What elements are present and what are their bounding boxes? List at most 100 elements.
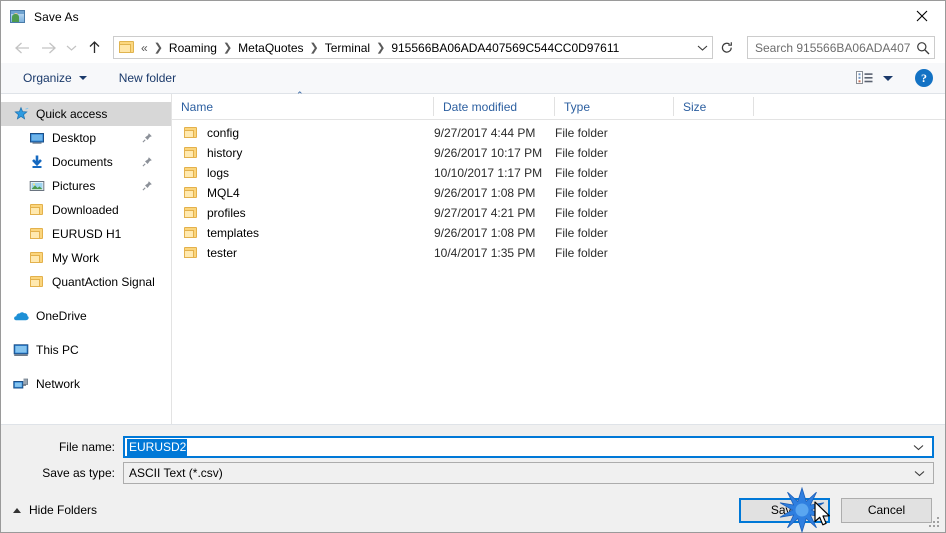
file-date: 9/26/2017 1:08 PM <box>434 186 536 200</box>
file-name: MQL4 <box>207 186 240 200</box>
column-header-label: Type <box>564 99 591 114</box>
file-list-rows: config 9/27/2017 4:44 PM File folder his… <box>172 120 945 424</box>
breadcrumb-item-terminal[interactable]: Terminal <box>323 41 372 55</box>
pin-icon[interactable] <box>142 156 153 167</box>
breadcrumb-overflow[interactable]: « <box>139 41 150 55</box>
address-dropdown-button[interactable] <box>692 44 712 52</box>
file-name: tester <box>207 246 238 260</box>
filename-input[interactable]: EURUSD2 <box>123 436 934 458</box>
sidebar-item-label: Quick access <box>36 107 108 121</box>
save-button[interactable]: Save <box>739 497 830 523</box>
sidebar-item-label: OneDrive <box>36 309 87 323</box>
file-name: config <box>207 126 240 140</box>
command-toolbar: Organize New folder ? <box>1 63 945 94</box>
table-row[interactable]: logs 10/10/2017 1:17 PM File folder <box>172 163 945 183</box>
file-type: File folder <box>555 226 608 240</box>
breadcrumb-item-roaming[interactable]: Roaming <box>167 41 219 55</box>
breadcrumb-item-metaquotes[interactable]: MetaQuotes <box>236 41 305 55</box>
file-name-cell: history <box>172 146 434 160</box>
filename-value: EURUSD2 <box>127 438 188 456</box>
search-icon[interactable] <box>912 41 934 55</box>
chevron-down-icon <box>78 76 87 80</box>
file-date: 9/27/2017 4:44 PM <box>434 126 536 140</box>
filetype-row: Save as type: ASCII Text (*.csv) <box>1 462 945 484</box>
sidebar-item-quick-access[interactable]: Quick access <box>1 102 171 126</box>
navigation-bar: « ❯ Roaming ❯ MetaQuotes ❯ Terminal ❯ 91… <box>1 32 945 63</box>
table-row[interactable]: MQL4 9/26/2017 1:08 PM File folder <box>172 183 945 203</box>
breadcrumb-item-terminal-id[interactable]: 915566BA06ADA407569C544CC0D97611 <box>389 41 621 55</box>
change-view-button[interactable] <box>852 66 897 90</box>
sidebar-item-my-work[interactable]: My Work <box>1 246 171 270</box>
file-date: 9/27/2017 4:21 PM <box>434 206 536 220</box>
sidebar-item-this-pc[interactable]: This PC <box>1 338 171 362</box>
close-button[interactable] <box>899 1 945 31</box>
column-header-size[interactable]: Size <box>674 97 754 116</box>
new-folder-button[interactable]: New folder <box>111 65 184 91</box>
table-row[interactable]: profiles 9/27/2017 4:21 PM File folder <box>172 203 945 223</box>
file-list-panel: ⌃ Name Date modified Type Size config 9/… <box>172 90 945 424</box>
window-title: Save As <box>34 9 79 24</box>
table-row[interactable]: tester 10/4/2017 1:35 PM File folder <box>172 243 945 263</box>
sidebar-item-onedrive[interactable]: OneDrive <box>1 304 171 328</box>
table-row[interactable]: config 9/27/2017 4:44 PM File folder <box>172 123 945 143</box>
folder-icon <box>183 186 199 200</box>
folder-icon <box>119 41 135 54</box>
file-type: File folder <box>555 186 608 200</box>
pin-icon[interactable] <box>142 132 153 143</box>
sidebar-item-documents[interactable]: Documents <box>1 150 171 174</box>
file-name-cell: logs <box>172 166 434 180</box>
refresh-button[interactable] <box>714 35 740 60</box>
column-header-date-modified[interactable]: Date modified <box>434 97 555 116</box>
save-as-dialog: Save As « ❯ Roaming ❯ MetaQuotes ❯ Termi… <box>0 0 946 533</box>
forward-button[interactable] <box>35 36 61 60</box>
sidebar-item-label: QuantAction Signal <box>52 275 155 289</box>
recent-locations-chevron-icon <box>66 45 76 51</box>
save-button-label: Save <box>770 503 799 517</box>
folder-icon <box>29 203 45 217</box>
folder-icon <box>29 251 45 265</box>
help-button[interactable]: ? <box>915 69 933 87</box>
search-input[interactable] <box>748 40 912 55</box>
breadcrumb-separator: ❯ <box>309 42 319 54</box>
sidebar-item-network[interactable]: Network <box>1 372 171 396</box>
sidebar-item-quantaction-signal[interactable]: QuantAction Signal <box>1 270 171 294</box>
file-type: File folder <box>555 206 608 220</box>
address-bar[interactable]: « ❯ Roaming ❯ MetaQuotes ❯ Terminal ❯ 91… <box>113 36 713 59</box>
sidebar-item-label: EURUSD H1 <box>52 227 122 241</box>
table-row[interactable]: history 9/26/2017 10:17 PM File folder <box>172 143 945 163</box>
up-arrow-icon <box>89 41 99 53</box>
chevron-down-icon[interactable] <box>914 466 925 480</box>
sidebar-item-pictures[interactable]: Pictures <box>1 174 171 198</box>
hide-folders-button[interactable]: Hide Folders <box>13 503 97 517</box>
file-name-cell: MQL4 <box>172 186 434 200</box>
chevron-down-icon[interactable] <box>913 440 924 454</box>
recent-locations-button[interactable] <box>61 36 81 60</box>
up-button[interactable] <box>81 36 107 60</box>
file-name-cell: config <box>172 126 434 140</box>
filetype-select[interactable]: ASCII Text (*.csv) <box>123 462 934 484</box>
folder-icon <box>183 226 199 240</box>
pin-icon[interactable] <box>142 180 153 191</box>
forward-arrow-icon <box>41 42 56 53</box>
back-button[interactable] <box>9 36 35 60</box>
navigation-sidebar: Quick access Desktop Documents Pictures … <box>1 94 172 424</box>
column-header-name[interactable]: ⌃ Name <box>172 90 434 116</box>
chevron-up-icon <box>13 507 21 513</box>
sidebar-item-eurusd-h1[interactable]: EURUSD H1 <box>1 222 171 246</box>
column-header-type[interactable]: Type <box>555 97 674 116</box>
cancel-button[interactable]: Cancel <box>841 497 932 523</box>
search-box[interactable] <box>747 36 935 59</box>
column-header-label: Date modified <box>443 99 518 114</box>
resize-grip-icon[interactable] <box>929 517 941 529</box>
file-type: File folder <box>555 146 608 160</box>
filetype-value: ASCII Text (*.csv) <box>129 466 223 480</box>
table-row[interactable]: templates 9/26/2017 1:08 PM File folder <box>172 223 945 243</box>
refresh-icon <box>721 41 732 53</box>
breadcrumb: « ❯ Roaming ❯ MetaQuotes ❯ Terminal ❯ 91… <box>139 41 692 55</box>
pictures-icon <box>29 181 45 191</box>
organize-button[interactable]: Organize <box>15 65 95 91</box>
sidebar-item-desktop[interactable]: Desktop <box>1 126 171 150</box>
sidebar-item-downloaded[interactable]: Downloaded <box>1 198 171 222</box>
